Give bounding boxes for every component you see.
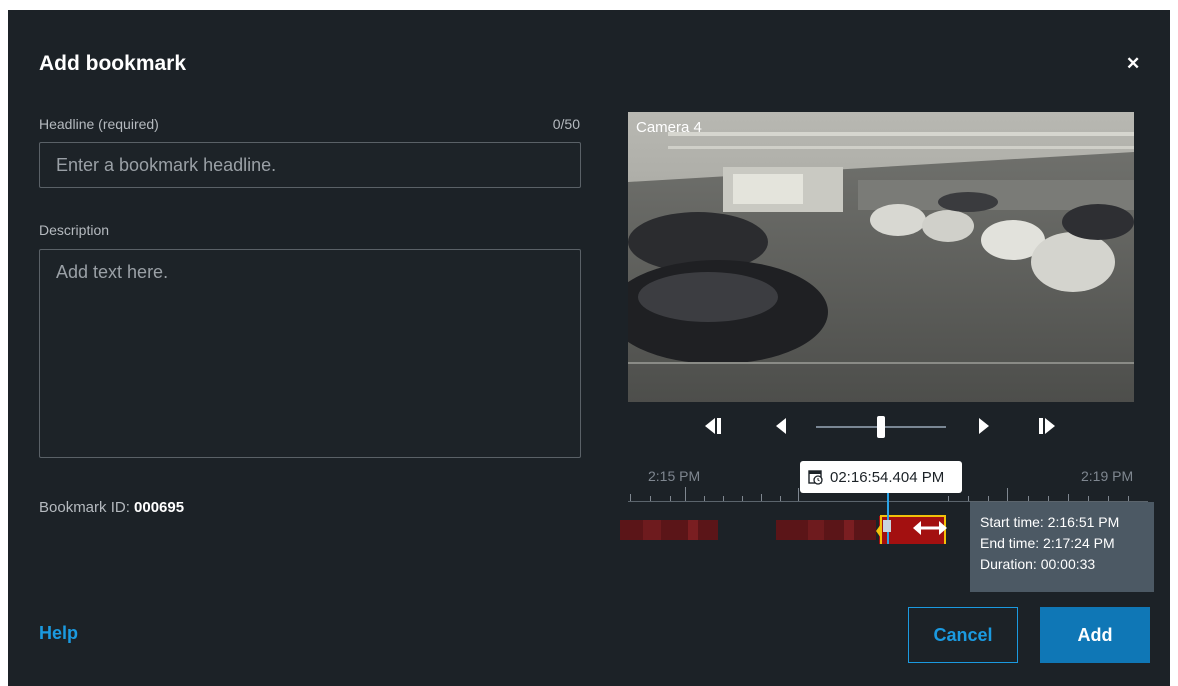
headline-label: Headline (required) bbox=[39, 116, 159, 132]
dialog-title: Add bookmark bbox=[39, 52, 187, 75]
tooltip-duration: Duration: 00:00:33 bbox=[980, 556, 1096, 572]
step-back-icon[interactable] bbox=[701, 414, 723, 443]
help-link[interactable]: Help bbox=[39, 623, 78, 644]
play-reverse-icon[interactable] bbox=[773, 416, 789, 441]
bookmark-id-value: 000695 bbox=[134, 499, 185, 516]
timeline-tick-start: 2:15 PM bbox=[648, 468, 701, 484]
tooltip-end-time: End time: 2:17:24 PM bbox=[980, 535, 1115, 551]
cancel-button[interactable]: Cancel bbox=[908, 607, 1018, 663]
calendar-clock-icon bbox=[808, 470, 823, 485]
bookmark-id: Bookmark ID: 000695 bbox=[39, 499, 184, 516]
headline-char-counter: 0/50 bbox=[552, 116, 580, 132]
camera-video-preview[interactable]: Camera 4 bbox=[628, 112, 1134, 402]
parking-garage-image bbox=[628, 112, 1134, 402]
bookmark-range-tooltip: Start time: 2:16:51 PM End time: 2:17:24… bbox=[970, 502, 1154, 592]
close-icon[interactable]: ✕ bbox=[1126, 54, 1140, 74]
add-bookmark-dialog: Add bookmark ✕ Headline (required) 0/50 … bbox=[8, 10, 1170, 686]
add-button[interactable]: Add bbox=[1040, 607, 1150, 663]
camera-label: Camera 4 bbox=[636, 119, 702, 136]
current-time-text: 02:16:54.404 PM bbox=[830, 468, 945, 486]
description-textarea[interactable]: Add text here. bbox=[39, 249, 581, 458]
timeline-tick-end: 2:19 PM bbox=[1081, 468, 1134, 484]
tooltip-start-time: Start time: 2:16:51 PM bbox=[980, 514, 1120, 530]
headline-input[interactable]: Enter a bookmark headline. bbox=[39, 142, 581, 188]
step-forward-icon[interactable] bbox=[1037, 414, 1059, 443]
current-time-badge: 02:16:54.404 PM bbox=[800, 461, 962, 493]
description-label: Description bbox=[39, 222, 110, 238]
play-icon[interactable] bbox=[976, 416, 992, 441]
playback-speed-thumb[interactable] bbox=[877, 416, 885, 438]
bookmark-id-label: Bookmark ID: bbox=[39, 499, 135, 516]
